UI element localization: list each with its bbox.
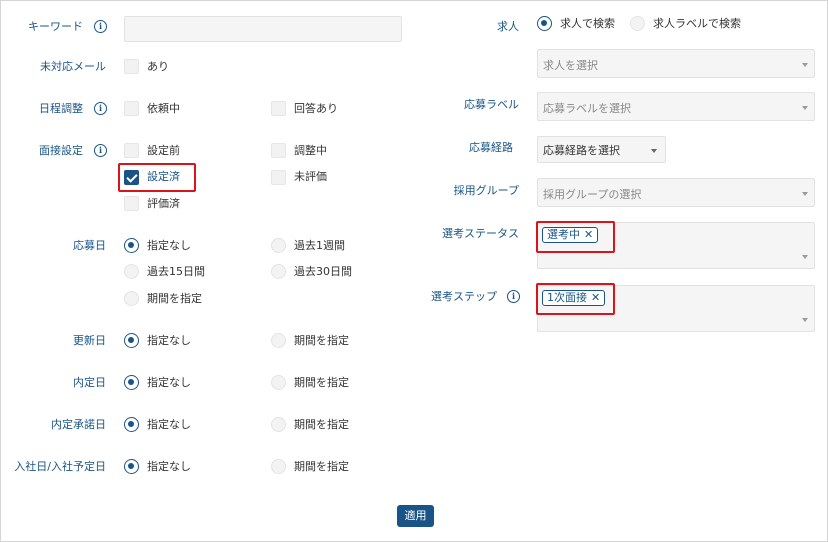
apply-date-range-radio[interactable] xyxy=(124,291,139,306)
apply-date-30days-radio[interactable] xyxy=(271,264,286,279)
update-date-label: 更新日 xyxy=(73,334,106,347)
interview-evaluated-checkbox[interactable] xyxy=(124,196,139,211)
info-icon[interactable]: i xyxy=(507,290,520,303)
keyword-input[interactable] xyxy=(124,16,402,42)
job-search-radio[interactable] xyxy=(537,16,552,31)
offer-accept-range-label: 期間を指定 xyxy=(294,418,349,431)
keyword-label: キーワード xyxy=(28,20,83,33)
selection-status-label: 選考ステータス xyxy=(442,227,519,240)
offer-date-none-label: 指定なし xyxy=(147,376,191,389)
join-date-range-radio[interactable] xyxy=(271,459,286,474)
schedule-requested-checkbox[interactable] xyxy=(124,101,139,116)
offer-accept-none-radio[interactable] xyxy=(124,417,139,432)
offer-accept-date-label: 内定承諾日 xyxy=(51,418,106,431)
interview-label: 面接設定 xyxy=(39,144,83,157)
apply-button[interactable]: 適用 xyxy=(397,505,434,527)
tag-label: 1次面接 xyxy=(547,291,587,304)
close-icon[interactable]: ✕ xyxy=(584,228,593,241)
join-date-label: 入社日/入社予定日 xyxy=(14,460,106,473)
apply-route-select[interactable]: 応募経路を選択 xyxy=(537,136,666,163)
hiring-group-placeholder: 採用グループの選択 xyxy=(543,188,642,201)
interview-before-checkbox[interactable] xyxy=(124,143,139,158)
join-date-none-label: 指定なし xyxy=(147,460,191,473)
job-search-label: 求人で検索 xyxy=(560,17,615,30)
interview-adjusting-checkbox[interactable] xyxy=(271,143,286,158)
update-date-range-label: 期間を指定 xyxy=(294,334,349,347)
job-label: 求人 xyxy=(497,20,519,33)
apply-route-label: 応募経路 xyxy=(469,141,513,154)
apply-date-none-radio[interactable] xyxy=(124,238,139,253)
chevron-down-icon xyxy=(802,318,808,322)
tag-label: 選考中 xyxy=(547,228,580,241)
offer-date-label: 内定日 xyxy=(73,376,106,389)
apply-date-1week-radio[interactable] xyxy=(271,238,286,253)
join-date-range-label: 期間を指定 xyxy=(294,460,349,473)
apply-route-placeholder: 応募経路を選択 xyxy=(543,144,620,157)
close-icon[interactable]: ✕ xyxy=(591,291,600,304)
chevron-down-icon xyxy=(802,255,808,259)
interview-set-label: 設定済 xyxy=(147,170,180,183)
unhandled-mail-checkbox[interactable] xyxy=(124,59,139,74)
apply-date-15days-radio[interactable] xyxy=(124,264,139,279)
schedule-answered-checkbox[interactable] xyxy=(271,101,286,116)
update-date-none-radio[interactable] xyxy=(124,333,139,348)
offer-date-range-radio[interactable] xyxy=(271,375,286,390)
apply-label-select[interactable]: 応募ラベルを選択 xyxy=(537,92,815,121)
chevron-down-icon xyxy=(802,192,808,196)
apply-date-1week-label: 過去1週間 xyxy=(294,239,345,252)
chevron-down-icon xyxy=(802,63,808,67)
interview-unevaluated-label: 未評価 xyxy=(294,170,327,183)
schedule-requested-label: 依頼中 xyxy=(147,102,180,115)
interview-adjusting-label: 調整中 xyxy=(294,144,327,157)
join-date-none-radio[interactable] xyxy=(124,459,139,474)
apply-label-label: 応募ラベル xyxy=(464,98,519,111)
job-select[interactable]: 求人を選択 xyxy=(537,49,815,78)
apply-date-label: 応募日 xyxy=(73,239,106,252)
unhandled-mail-option-label: あり xyxy=(147,60,169,73)
chevron-down-icon xyxy=(651,149,657,153)
info-icon[interactable]: i xyxy=(94,20,107,33)
interview-evaluated-label: 評価済 xyxy=(147,197,180,210)
apply-label-placeholder: 応募ラベルを選択 xyxy=(543,102,631,115)
apply-date-range-label: 期間を指定 xyxy=(147,292,202,305)
job-label-search-radio[interactable] xyxy=(630,16,645,31)
hiring-group-label: 採用グループ xyxy=(453,184,519,197)
job-label-search-label: 求人ラベルで検索 xyxy=(653,17,741,30)
selection-step-label: 選考ステップ xyxy=(431,290,497,303)
update-date-range-radio[interactable] xyxy=(271,333,286,348)
update-date-none-label: 指定なし xyxy=(147,334,191,347)
interview-set-checkbox[interactable] xyxy=(124,170,139,185)
offer-date-none-radio[interactable] xyxy=(124,375,139,390)
apply-date-none-label: 指定なし xyxy=(147,239,191,252)
interview-unevaluated-checkbox[interactable] xyxy=(271,170,286,185)
chevron-down-icon xyxy=(802,106,808,110)
offer-accept-none-label: 指定なし xyxy=(147,418,191,431)
apply-date-30days-label: 過去30日間 xyxy=(294,265,352,278)
schedule-answered-label: 回答あり xyxy=(294,102,338,115)
selection-status-tag[interactable]: 選考中 ✕ xyxy=(542,227,599,243)
info-icon[interactable]: i xyxy=(94,102,107,115)
job-select-placeholder: 求人を選択 xyxy=(543,59,598,72)
info-icon[interactable]: i xyxy=(94,144,107,157)
schedule-label: 日程調整 xyxy=(39,102,83,115)
interview-before-label: 設定前 xyxy=(147,144,180,157)
selection-step-tag[interactable]: 1次面接 ✕ xyxy=(542,290,606,306)
apply-date-15days-label: 過去15日間 xyxy=(147,265,205,278)
offer-date-range-label: 期間を指定 xyxy=(294,376,349,389)
offer-accept-range-radio[interactable] xyxy=(271,417,286,432)
unhandled-mail-label: 未対応メール xyxy=(40,60,106,73)
hiring-group-select[interactable]: 採用グループの選択 xyxy=(537,178,815,207)
search-filter-panel: キーワード i 未対応メール あり 日程調整 i 依頼中 回答あり 面接設定 i… xyxy=(0,0,828,542)
